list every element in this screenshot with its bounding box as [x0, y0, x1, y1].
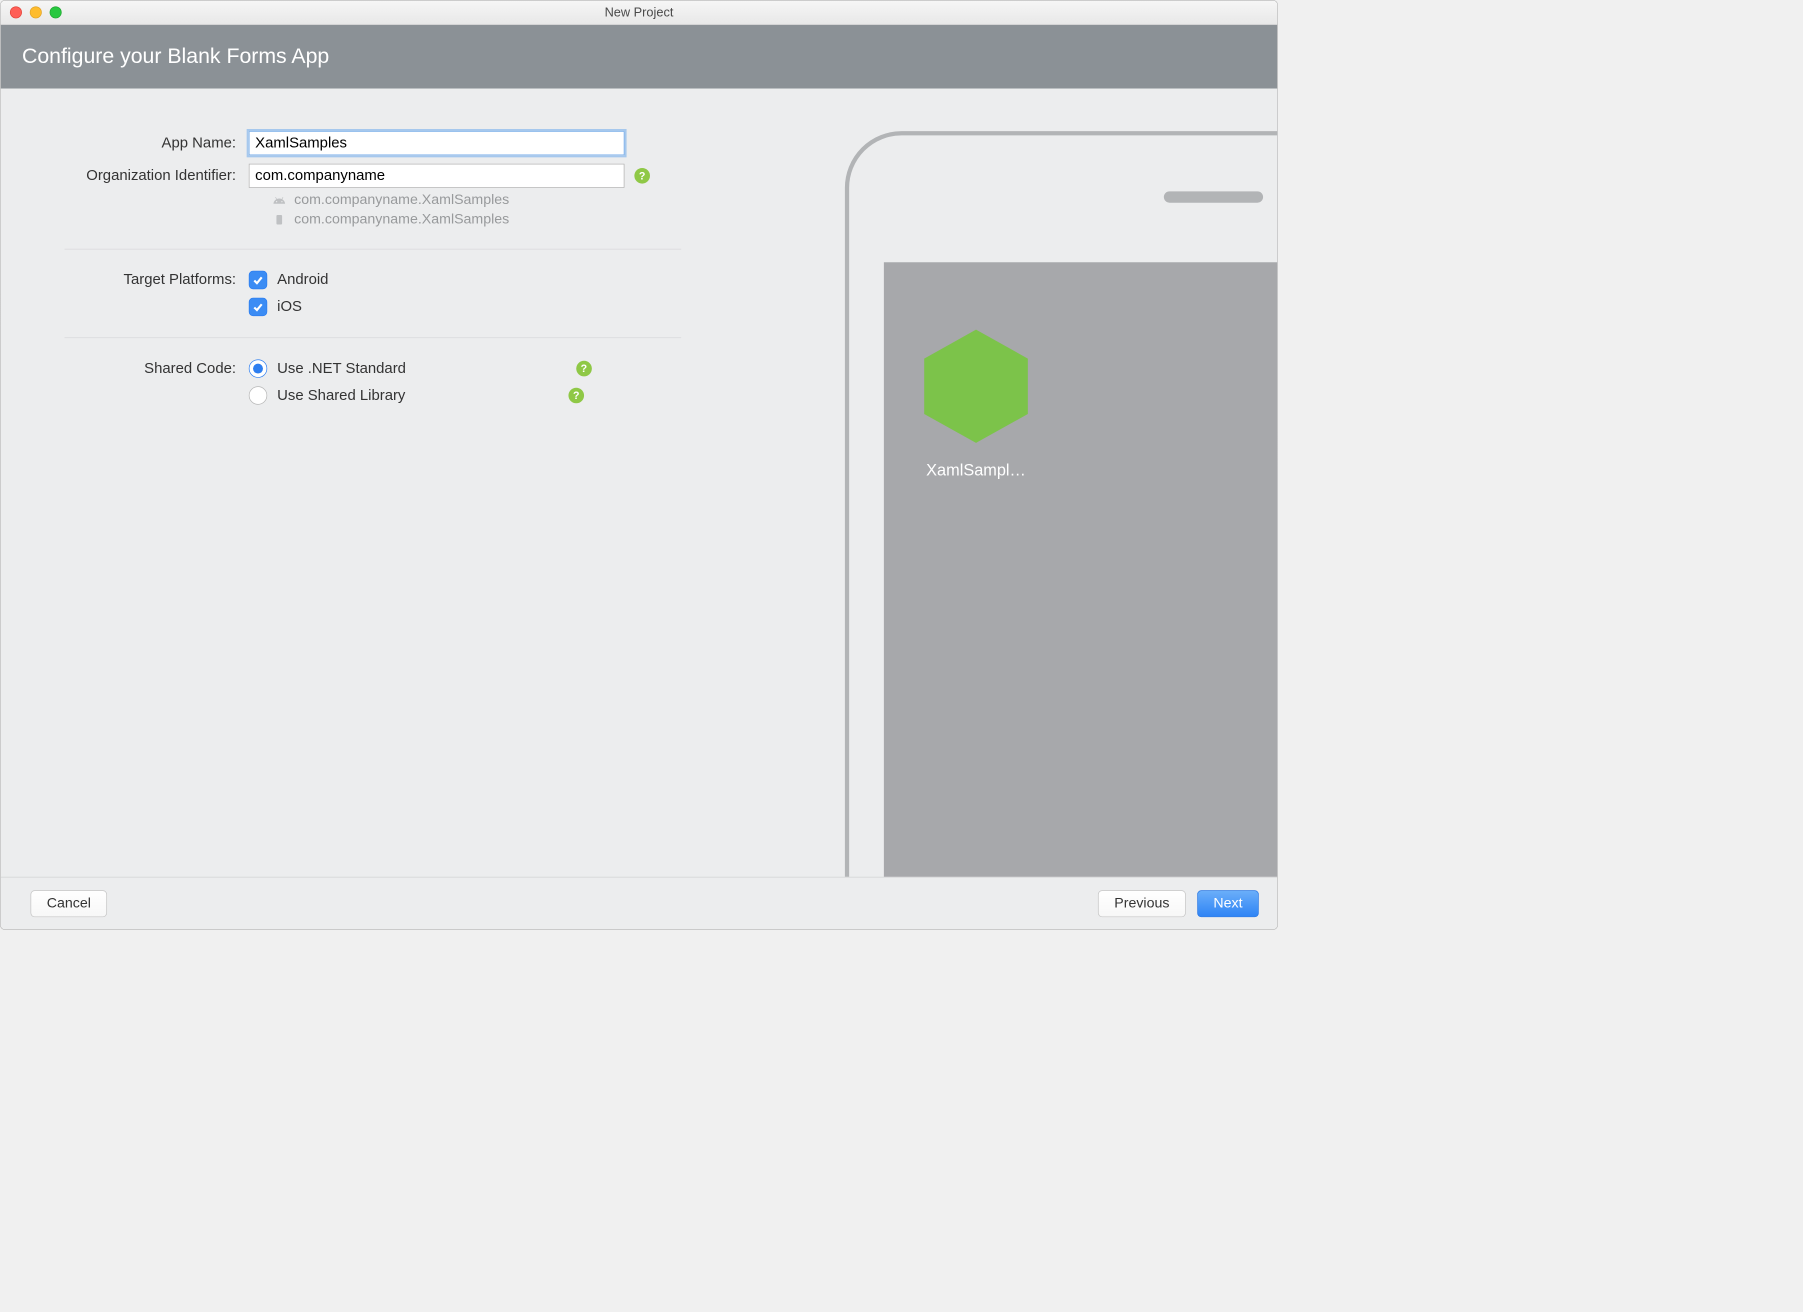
phone-speaker-icon — [1164, 191, 1263, 202]
app-name-input[interactable] — [249, 131, 625, 155]
divider-2 — [65, 337, 682, 338]
phone-icon — [271, 212, 287, 226]
title-bar: New Project — [1, 1, 1278, 25]
ios-checkbox[interactable] — [249, 298, 267, 316]
window-title: New Project — [1, 5, 1278, 20]
target-platforms-label: Target Platforms: — [29, 271, 249, 288]
shared-library-radio[interactable] — [249, 386, 267, 404]
previous-button[interactable]: Previous — [1098, 890, 1186, 917]
org-id-label: Organization Identifier: — [29, 167, 249, 184]
net-standard-label: Use .NET Standard — [277, 360, 406, 377]
form-area: App Name: Organization Identifier: ? com… — [1, 89, 824, 877]
shared-code-label: Shared Code: — [29, 360, 249, 377]
cancel-button[interactable]: Cancel — [30, 890, 107, 917]
ios-checkbox-label: iOS — [277, 298, 302, 315]
shared-code-row: Shared Code: Use .NET Standard ? — [29, 359, 795, 377]
ios-bundle-hint: com.companyname.XamlSamples — [29, 211, 795, 227]
android-bundle-text: com.companyname.XamlSamples — [294, 192, 509, 208]
shared-library-row: Use Shared Library ? — [29, 386, 795, 404]
new-project-window: New Project Configure your Blank Forms A… — [0, 0, 1278, 930]
shared-library-label: Use Shared Library — [277, 387, 405, 404]
preview-app-label: XamlSampl… — [902, 461, 1051, 480]
app-name-label: App Name: — [29, 135, 249, 152]
content-area: App Name: Organization Identifier: ? com… — [1, 89, 1278, 877]
wizard-footer: Cancel Previous Next — [1, 877, 1278, 929]
divider-1 — [65, 249, 682, 250]
app-hexagon-icon — [916, 326, 1036, 446]
android-checkbox[interactable] — [249, 271, 267, 289]
net-standard-help-icon[interactable]: ? — [576, 361, 592, 377]
wizard-title: Configure your Blank Forms App — [22, 45, 329, 69]
app-name-row: App Name: — [29, 131, 795, 155]
next-button[interactable]: Next — [1197, 890, 1259, 917]
org-id-input[interactable] — [249, 164, 625, 188]
net-standard-radio[interactable] — [249, 359, 267, 377]
preview-pane: XamlSampl… — [824, 89, 1278, 877]
android-bundle-hint: com.companyname.XamlSamples — [29, 192, 795, 208]
android-icon — [271, 194, 287, 207]
android-checkbox-label: Android — [277, 271, 328, 288]
org-id-help-icon[interactable]: ? — [634, 168, 650, 184]
wizard-header: Configure your Blank Forms App — [1, 25, 1278, 89]
ios-platform-row: iOS — [29, 298, 795, 316]
org-id-row: Organization Identifier: ? — [29, 164, 795, 188]
shared-library-help-icon[interactable]: ? — [568, 388, 584, 404]
target-platforms-row: Target Platforms: Android — [29, 271, 795, 289]
ios-bundle-text: com.companyname.XamlSamples — [294, 211, 509, 227]
